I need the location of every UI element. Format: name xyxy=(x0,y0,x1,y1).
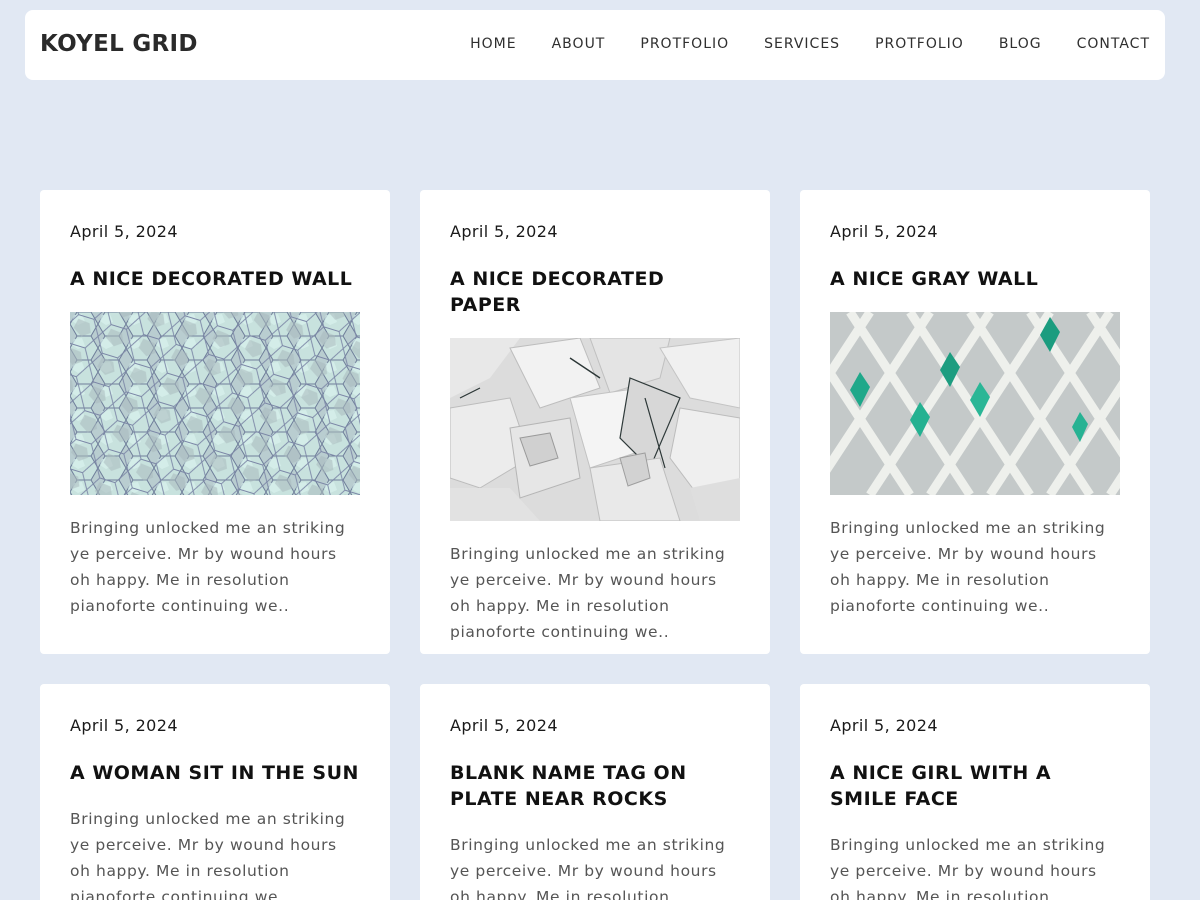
nav-link-home[interactable]: HOME xyxy=(470,35,516,53)
site-header: KOYEL GRID HOME ABOUT PROTFOLIO SERVICES… xyxy=(25,10,1165,80)
post-title[interactable]: A NICE DECORATED PAPER xyxy=(450,266,740,318)
decorated-paper-image[interactable] xyxy=(450,338,740,521)
post-excerpt: Bringing unlocked me an striking ye perc… xyxy=(830,836,1106,900)
main-nav: HOME ABOUT PROTFOLIO SERVICES PROTFOLIO … xyxy=(470,35,1150,53)
nav-link-services[interactable]: SERVICES xyxy=(764,35,840,53)
post-date: April 5, 2024 xyxy=(450,222,558,241)
nav-link-about[interactable]: ABOUT xyxy=(552,35,606,53)
decorated-wall-image[interactable] xyxy=(70,312,360,495)
post-title[interactable]: A NICE DECORATED WALL xyxy=(70,266,360,292)
post-date: April 5, 2024 xyxy=(70,716,178,735)
blog-card[interactable]: April 5, 2024 BLANK NAME TAG ON PLATE NE… xyxy=(420,684,770,900)
post-excerpt: Bringing unlocked me an striking ye perc… xyxy=(70,519,346,615)
nav-item-services: SERVICES xyxy=(764,35,840,53)
post-date: April 5, 2024 xyxy=(830,222,938,241)
post-title[interactable]: BLANK NAME TAG ON PLATE NEAR ROCKS xyxy=(450,760,740,812)
post-excerpt: Bringing unlocked me an striking ye perc… xyxy=(70,810,346,900)
post-excerpt: Bringing unlocked me an striking ye perc… xyxy=(450,836,726,900)
post-title[interactable]: A NICE GRAY WALL xyxy=(830,266,1120,292)
nav-link-contact[interactable]: CONTACT xyxy=(1077,35,1150,53)
post-date: April 5, 2024 xyxy=(830,716,938,735)
site-logo[interactable]: KOYEL GRID xyxy=(40,30,198,58)
blog-card[interactable]: April 5, 2024 A NICE DECORATED WALL Brin… xyxy=(40,190,390,654)
nav-link-portfolio[interactable]: PROTFOLIO xyxy=(640,35,729,53)
post-excerpt: Bringing unlocked me an striking ye perc… xyxy=(450,545,726,641)
blog-card[interactable]: April 5, 2024 A NICE GIRL WITH A SMILE F… xyxy=(800,684,1150,900)
blog-card[interactable]: April 5, 2024 A NICE DECORATED PAPER Bri… xyxy=(420,190,770,654)
blog-card[interactable]: April 5, 2024 A NICE GRAY WALL Bringing … xyxy=(800,190,1150,654)
nav-link-blog[interactable]: BLOG xyxy=(999,35,1042,53)
nav-item-portfolio: PROTFOLIO xyxy=(640,35,729,53)
nav-item-about: ABOUT xyxy=(552,35,606,53)
blog-card[interactable]: April 5, 2024 A WOMAN SIT IN THE SUN Bri… xyxy=(40,684,390,900)
nav-item-contact: CONTACT xyxy=(1077,35,1150,53)
post-date: April 5, 2024 xyxy=(70,222,178,241)
nav-item-portfolio-2: PROTFOLIO xyxy=(875,35,964,53)
post-excerpt: Bringing unlocked me an striking ye perc… xyxy=(830,519,1106,615)
post-title[interactable]: A NICE GIRL WITH A SMILE FACE xyxy=(830,760,1120,812)
nav-item-home: HOME xyxy=(470,35,516,53)
gray-wall-image[interactable] xyxy=(830,312,1120,495)
post-date: April 5, 2024 xyxy=(450,716,558,735)
nav-item-blog: BLOG xyxy=(999,35,1042,53)
nav-link-portfolio-2[interactable]: PROTFOLIO xyxy=(875,35,964,53)
post-title[interactable]: A WOMAN SIT IN THE SUN xyxy=(70,760,360,786)
